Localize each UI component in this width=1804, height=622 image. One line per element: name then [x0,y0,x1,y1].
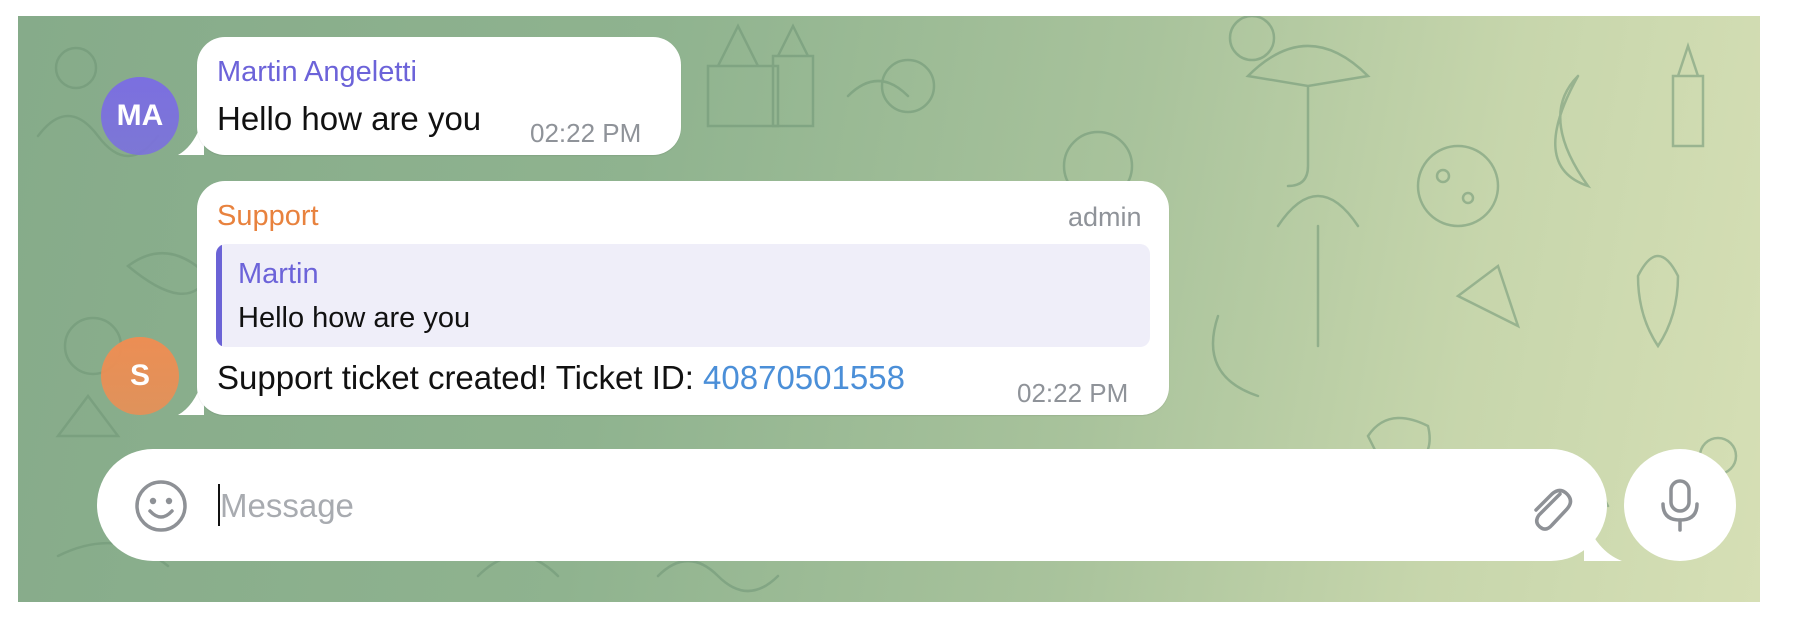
microphone-icon [1661,479,1699,532]
avatar-initials: MA [116,99,164,132]
smiley-icon[interactable] [133,478,189,534]
admin-badge: admin [1068,202,1142,232]
reply-quote-bar [216,244,222,347]
message-input[interactable]: Message [220,487,354,525]
paperclip-icon[interactable] [1522,480,1578,536]
message-text-prefix: Support ticket created! Ticket ID: [217,359,704,396]
message-text: Hello how are you [217,100,482,137]
avatar-support[interactable]: S [101,337,179,415]
message-time: 02:22 PM [530,118,642,148]
message-time: 02:22 PM [1017,378,1129,408]
microphone-button[interactable] [1624,449,1736,561]
message-sender[interactable]: Martin Angeletti [217,56,417,89]
ticket-id-link[interactable]: 40870501558 [703,359,905,396]
avatar-martin[interactable]: MA [101,77,179,155]
reply-text: Hello how are you [238,302,471,334]
reply-quote[interactable]: Martin Hello how are you [216,244,1150,347]
message-sender[interactable]: Support [217,200,319,233]
reply-sender: Martin [238,258,319,290]
composer-tail [1584,516,1622,561]
avatar-initials: S [129,359,150,392]
message-text: Support ticket created! Ticket ID: 40870… [217,359,905,397]
